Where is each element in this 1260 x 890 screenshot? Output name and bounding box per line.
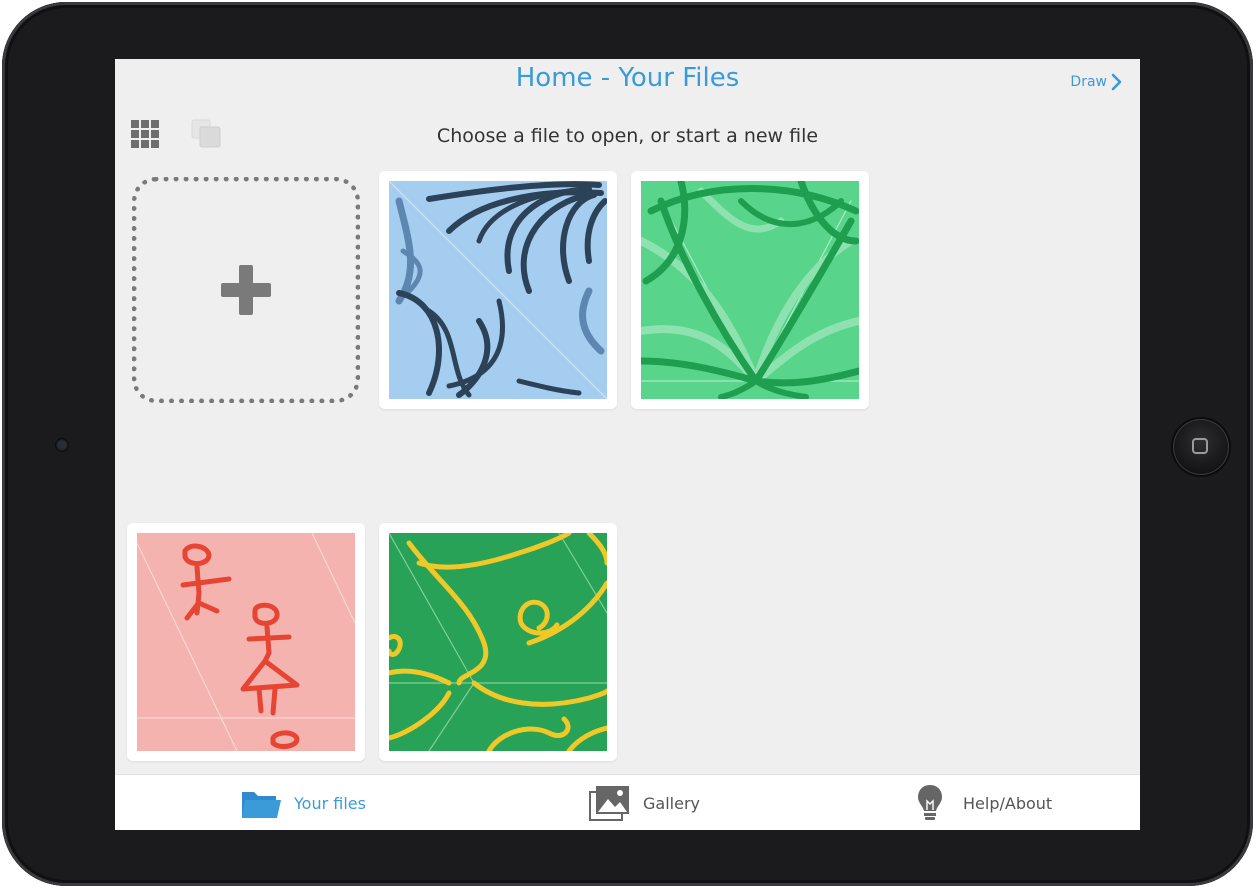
gallery-icon bbox=[589, 786, 629, 821]
folder-icon bbox=[242, 792, 281, 818]
tab-your-files[interactable]: Your files bbox=[240, 775, 366, 830]
file-thumbnail-4[interactable] bbox=[379, 523, 617, 761]
front-camera bbox=[56, 439, 68, 451]
file-drawing-1 bbox=[389, 181, 607, 399]
file-thumbnail-1[interactable] bbox=[379, 171, 617, 409]
file-thumbnail-3[interactable] bbox=[127, 523, 365, 761]
tab-help-about[interactable]: Help/About bbox=[917, 775, 1052, 830]
tab-label: Gallery bbox=[643, 793, 700, 813]
tab-label: Help/About bbox=[963, 793, 1053, 813]
file-drawing-3 bbox=[137, 533, 355, 751]
file-thumbnail-2[interactable] bbox=[631, 171, 869, 409]
page-title: Home - Your Files bbox=[515, 63, 740, 93]
plus-icon bbox=[221, 265, 271, 315]
instruction-text: Choose a file to open, or start a new fi… bbox=[436, 125, 819, 147]
file-drawing-4 bbox=[389, 533, 607, 751]
file-drawing-2 bbox=[641, 181, 859, 399]
draw-label: Draw bbox=[1070, 74, 1107, 90]
new-file-button[interactable] bbox=[132, 177, 360, 403]
draw-button[interactable]: Draw bbox=[1070, 73, 1122, 91]
tab-label: Your files bbox=[294, 793, 366, 813]
chevron-right-icon bbox=[1111, 73, 1122, 91]
lightbulb-icon bbox=[918, 785, 942, 820]
tab-gallery[interactable]: Gallery bbox=[589, 775, 700, 830]
tab-bar: Your files Gallery Help/About bbox=[115, 774, 1140, 830]
home-button[interactable] bbox=[1173, 419, 1229, 475]
home-square-icon bbox=[1192, 438, 1208, 454]
app-screen: Home - Your Files Draw Choose a file to … bbox=[115, 59, 1140, 830]
